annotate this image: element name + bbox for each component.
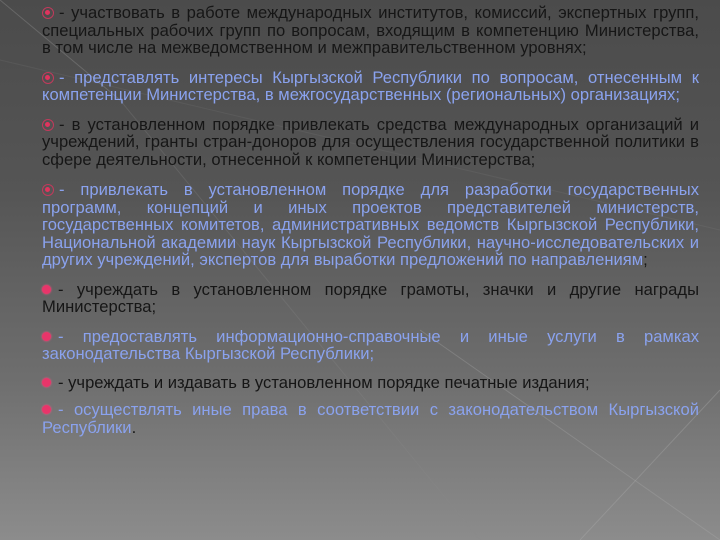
list-item-punctuation: ; [643,250,648,269]
list-item-text: - предоставлять информационно-справочные… [42,326,699,363]
list-item-text: - учреждать в установленном порядке грам… [42,279,699,316]
target-bullet-icon [42,184,54,196]
list-item-text: - привлекать в установленном порядке для… [42,180,699,269]
list-item-text: - представлять интересы Кыргызской Респу… [42,67,699,104]
dot-bullet-icon [42,284,51,294]
target-bullet-icon [42,118,54,131]
list-item: - предоставлять информационно-справочные… [42,326,699,363]
list-item: - в установленном порядке привлекать сре… [42,114,699,169]
list-item-text: - в установленном порядке привлекать сре… [42,114,699,169]
list-item-punctuation: . [131,417,137,437]
bullet-list: - участвовать в работе международных инс… [42,4,699,447]
dot-bullet-icon [42,377,51,387]
dot-bullet-icon [42,405,51,414]
list-item: - представлять интересы Кыргызской Респу… [42,67,699,104]
list-item-text: - участвовать в работе международных инс… [42,3,699,57]
dot-bullet-icon [42,331,51,341]
list-item-text: - учреждать и издавать в установленном п… [58,372,590,392]
list-item: - учреждать в установленном порядке грам… [42,279,699,316]
list-item: - привлекать в установленном порядке для… [42,181,699,269]
target-bullet-icon [42,71,54,84]
list-item: - осуществлять иные права в соответствии… [42,401,699,436]
target-bullet-icon [42,7,54,19]
list-item: - участвовать в работе международных инс… [42,4,699,57]
list-item-text: - осуществлять иные права в соответствии… [42,400,699,437]
list-item: - учреждать и издавать в установленном п… [42,372,699,392]
